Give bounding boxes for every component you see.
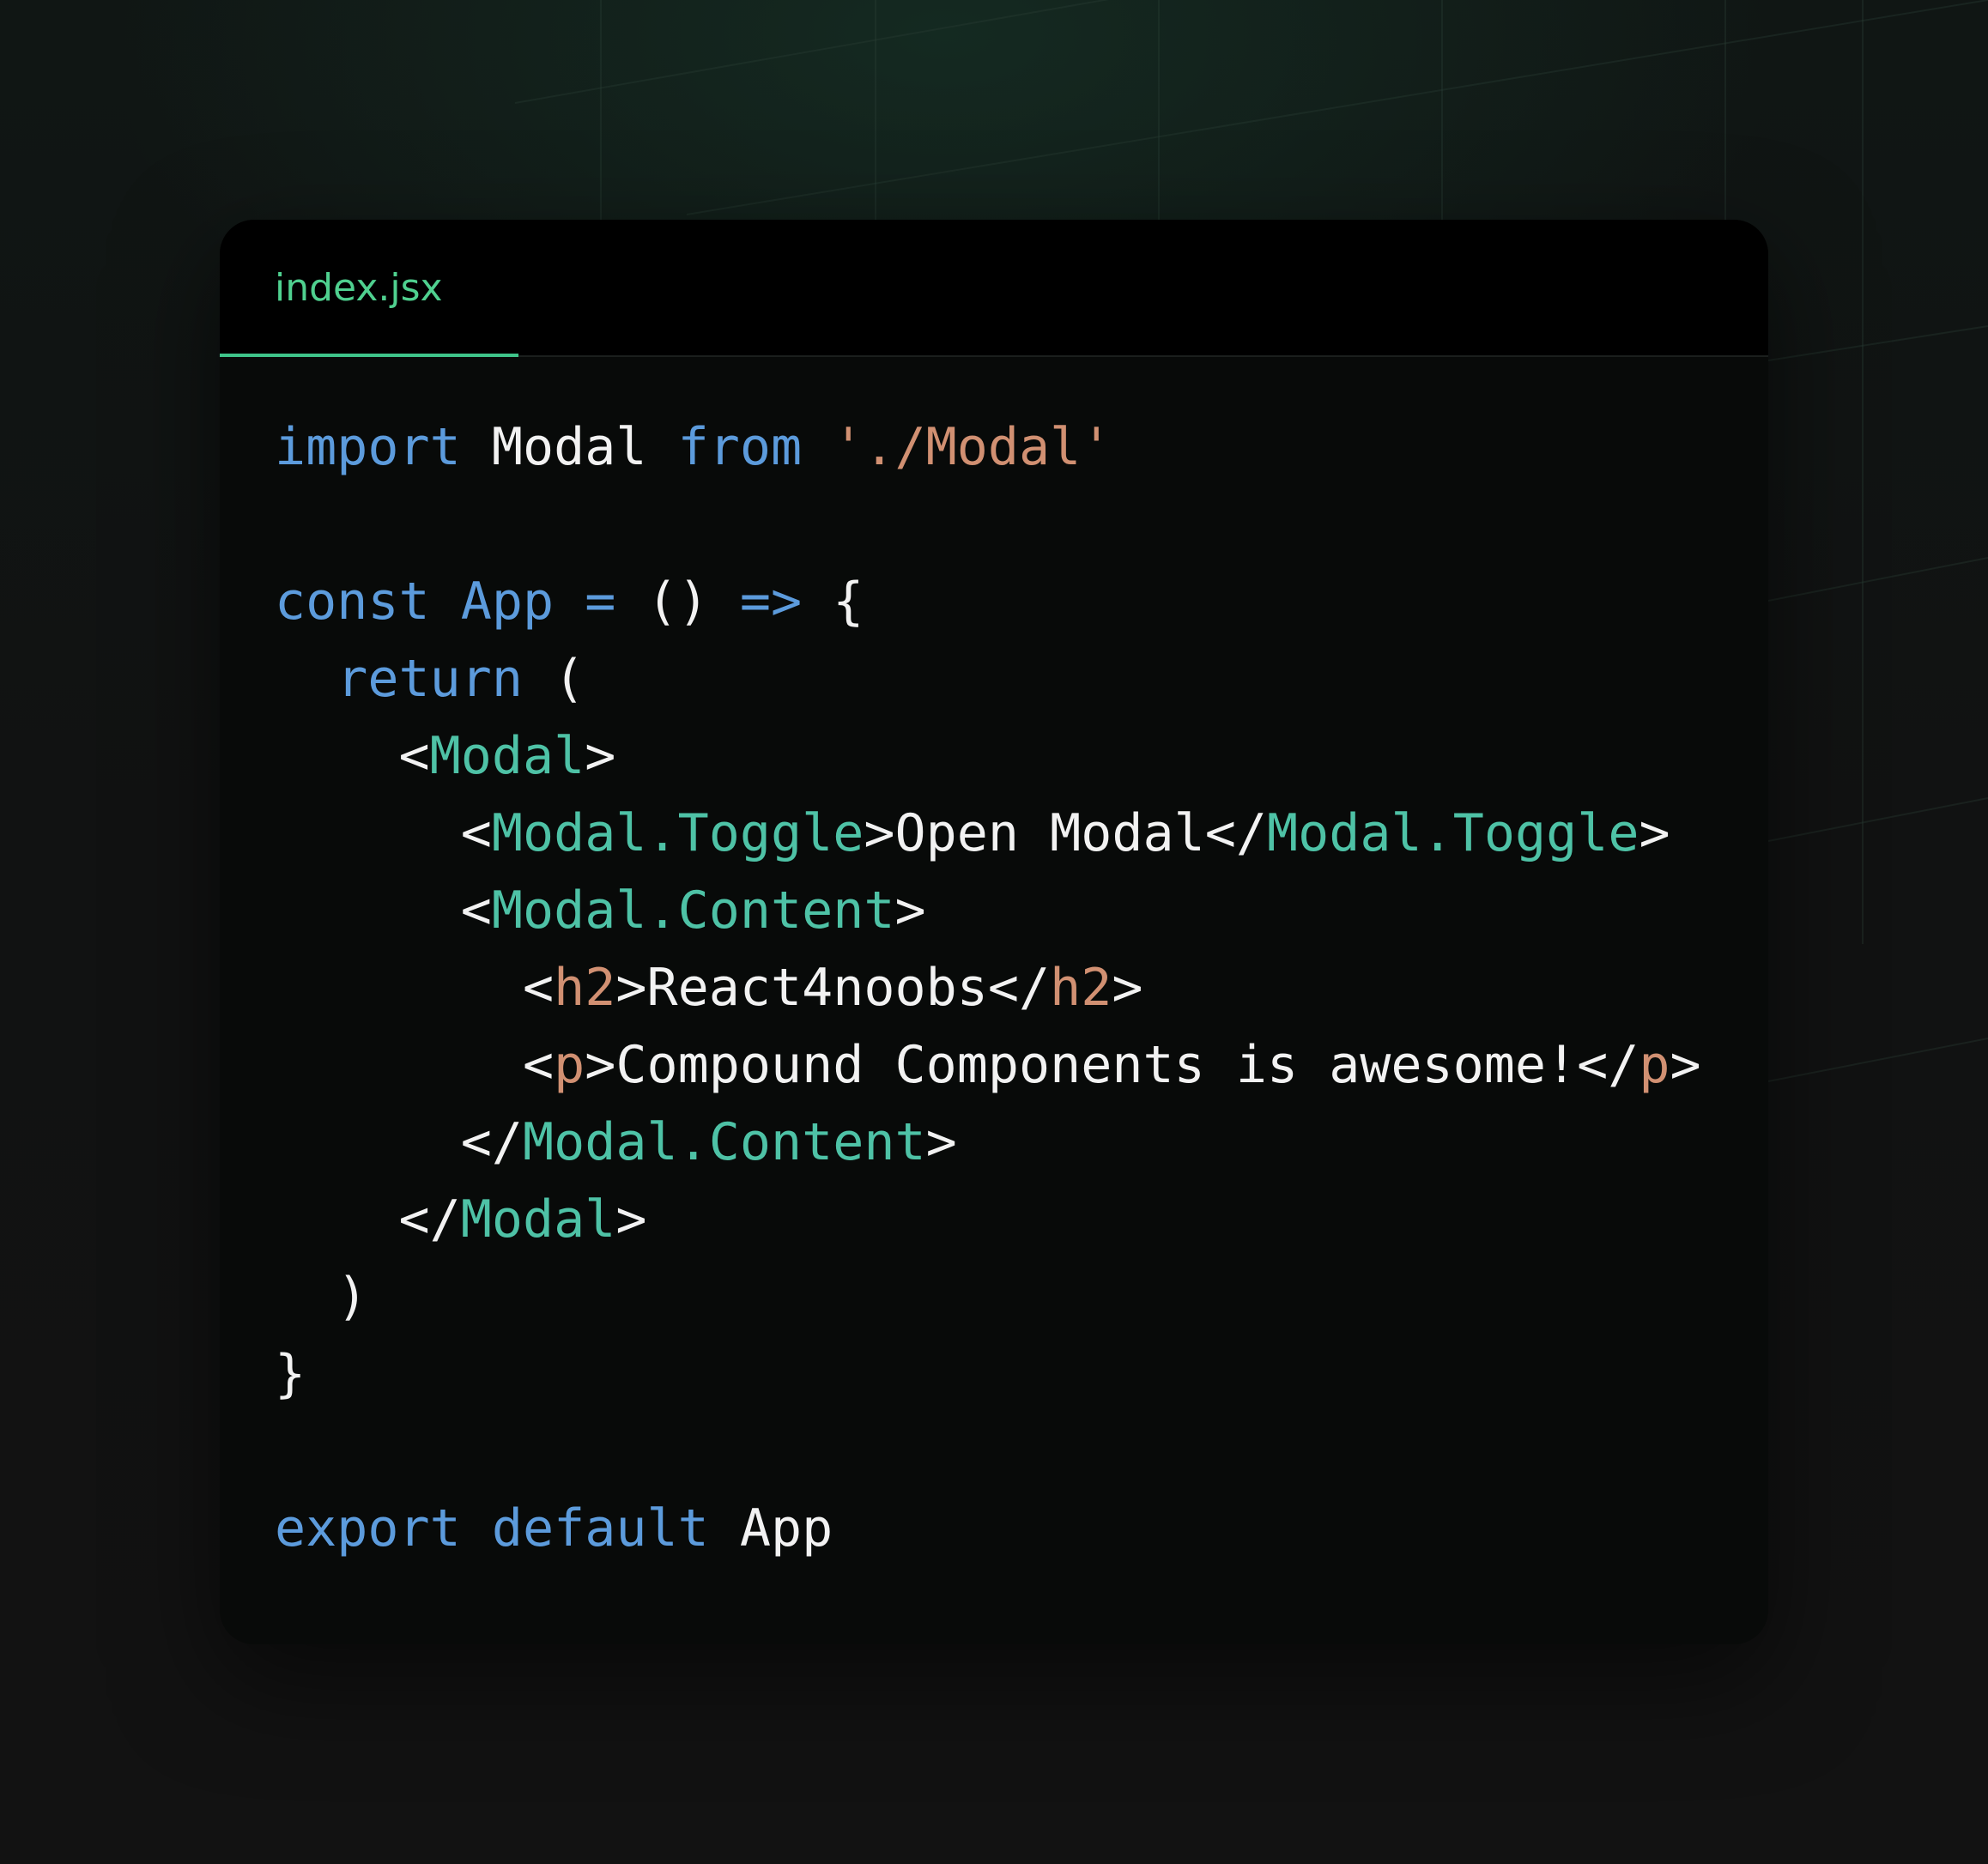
- code-line: return (: [275, 640, 1734, 717]
- code-token: </: [275, 1112, 523, 1172]
- code-token: default: [491, 1498, 709, 1558]
- tab-index-jsx[interactable]: index.jsx: [220, 220, 518, 357]
- code-line: <h2>React4noobs</h2>: [275, 949, 1734, 1026]
- code-line: </Modal>: [275, 1181, 1734, 1258]
- code-token: >: [1639, 803, 1670, 863]
- code-token: >: [894, 881, 926, 941]
- code-token: Modal.Content: [522, 1112, 926, 1172]
- code-token: <: [275, 803, 492, 863]
- code-token: from: [677, 417, 803, 477]
- code-line: <Modal.Content>: [275, 872, 1734, 949]
- code-token: <: [275, 1035, 555, 1095]
- code-line: <p>Compound Components is awesome!</p>: [275, 1026, 1734, 1104]
- code-line: }: [275, 1335, 1734, 1413]
- code-token: >: [1670, 1035, 1701, 1095]
- code-token: Modal: [429, 726, 585, 786]
- code-token: import: [275, 417, 461, 477]
- code-token: ): [275, 1267, 368, 1327]
- code-token: >: [585, 726, 616, 786]
- code-token: >React4noobs</: [615, 958, 1051, 1018]
- code-token: <: [275, 958, 555, 1018]
- code-token: return: [336, 649, 523, 709]
- code-area[interactable]: import Modal from './Modal' const App = …: [275, 409, 1734, 1567]
- code-editor-window: index.jsx import Modal from './Modal' co…: [220, 220, 1768, 1644]
- code-token: >: [615, 1189, 647, 1250]
- code-token: (): [615, 572, 740, 632]
- code-token: const: [275, 572, 430, 632]
- code-line: const App = () => {: [275, 563, 1734, 640]
- tab-bar: index.jsx: [220, 220, 1768, 357]
- code-line: import Modal from './Modal': [275, 409, 1734, 486]
- code-token: App: [708, 1498, 833, 1558]
- code-token: {: [802, 572, 864, 632]
- code-line: <Modal.Toggle>Open Modal</Modal.Toggle>: [275, 795, 1734, 872]
- code-token: export: [275, 1498, 461, 1558]
- code-token: p: [1639, 1035, 1670, 1095]
- code-token: >: [925, 1112, 957, 1172]
- code-token: Modal: [460, 1189, 616, 1250]
- code-token: Modal: [460, 417, 678, 477]
- code-token: Modal.Toggle: [491, 803, 864, 863]
- code-token: App: [460, 572, 555, 632]
- code-line: ): [275, 1258, 1734, 1335]
- code-token: =: [585, 572, 616, 632]
- code-token: h2: [1050, 958, 1112, 1018]
- code-token: =>: [739, 572, 803, 632]
- code-token: h2: [554, 958, 616, 1018]
- code-token: './Modal': [833, 417, 1112, 477]
- code-token: <: [275, 881, 492, 941]
- code-token: p: [554, 1035, 585, 1095]
- code-token: Modal.Toggle: [1266, 803, 1639, 863]
- code-line: </Modal.Content>: [275, 1104, 1734, 1181]
- code-token: <: [275, 726, 430, 786]
- code-line: <Modal>: [275, 717, 1734, 795]
- code-token: (: [523, 649, 585, 709]
- code-token: Modal.Content: [491, 881, 895, 941]
- code-token: >Open Modal</: [864, 803, 1267, 863]
- code-token: </: [275, 1189, 461, 1250]
- code-line: export default App: [275, 1490, 1734, 1567]
- code-token: }: [275, 1344, 306, 1404]
- code-token: >Compound Components is awesome!</: [585, 1035, 1639, 1095]
- tab-label: index.jsx: [275, 266, 443, 310]
- code-token: >: [1112, 958, 1143, 1018]
